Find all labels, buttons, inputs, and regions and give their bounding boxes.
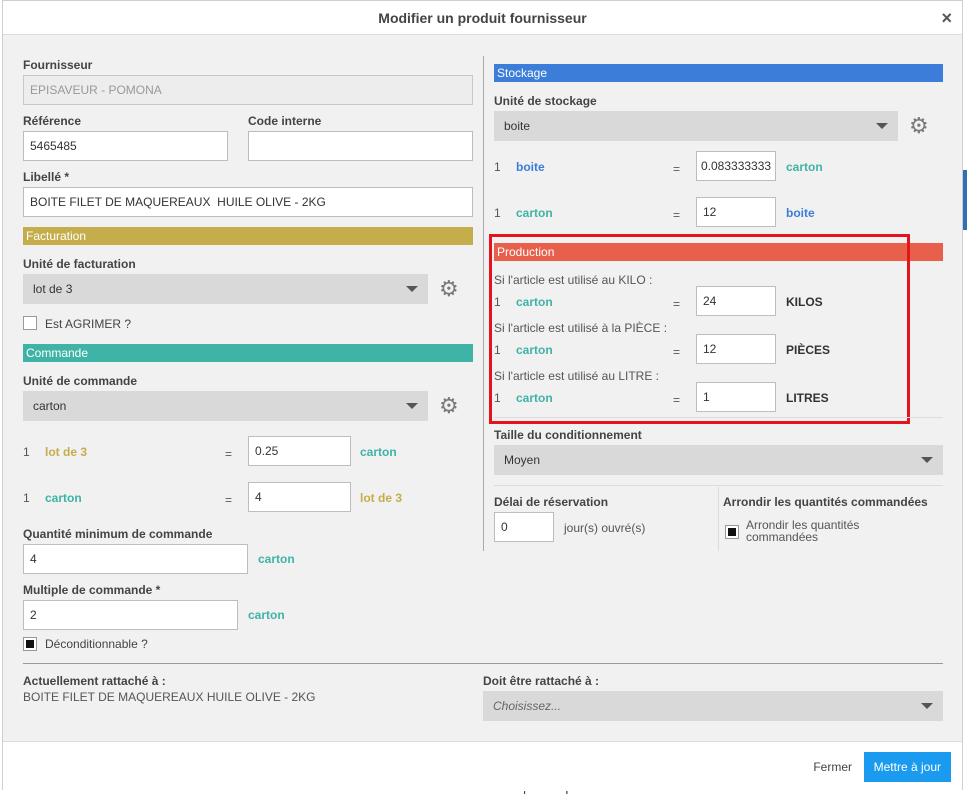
separator xyxy=(494,417,943,418)
conv-value-field[interactable] xyxy=(248,482,351,512)
chevron-down-icon xyxy=(921,457,933,463)
conv-value-field[interactable] xyxy=(696,197,776,227)
conv-target-unit: lot de 3 xyxy=(360,491,403,505)
conv-target-unit: boite xyxy=(786,206,815,220)
facturation-header: Facturation xyxy=(23,227,473,245)
taille-select[interactable]: Moyen xyxy=(494,445,943,475)
background-strip xyxy=(963,170,967,230)
chevron-down-icon xyxy=(406,403,418,409)
gear-icon[interactable]: ⚙ xyxy=(439,395,459,417)
reference-field[interactable] xyxy=(23,131,228,161)
conv-qty: 1 xyxy=(494,160,501,174)
delai-label: Délai de réservation xyxy=(494,495,609,509)
separator xyxy=(494,485,943,486)
commande-header: Commande xyxy=(23,344,473,362)
divider xyxy=(718,487,719,551)
taille-label: Taille du conditionnement xyxy=(494,428,642,442)
chevron-down-icon xyxy=(876,123,888,129)
arrondir-checkbox[interactable] xyxy=(725,525,739,539)
conv-unit: carton xyxy=(45,491,82,505)
delai-field[interactable] xyxy=(494,512,554,542)
chevron-down-icon xyxy=(406,286,418,292)
fournisseur-field xyxy=(23,75,473,105)
unite-commande-label: Unité de commande xyxy=(23,374,138,388)
unite-commande-value: carton xyxy=(33,399,67,413)
conv-value-field[interactable] xyxy=(248,436,351,466)
delai-unit: jour(s) ouvré(s) xyxy=(564,521,646,535)
libelle-label: Libellé * xyxy=(23,170,70,184)
bottom-divider xyxy=(23,663,943,664)
qte-min-label: Quantité minimum de commande xyxy=(23,527,213,541)
deconditionnable-checkbox[interactable] xyxy=(23,637,37,651)
code-interne-field[interactable] xyxy=(248,131,473,161)
gear-icon[interactable]: ⚙ xyxy=(439,278,459,300)
dialog-title: Modifier un produit fournisseur xyxy=(378,10,587,26)
fournisseur-label: Fournisseur xyxy=(23,58,93,72)
conv-qty: 1 xyxy=(23,491,30,505)
close-button[interactable]: Fermer xyxy=(813,760,852,774)
conv-equals: = xyxy=(673,208,681,222)
close-icon[interactable]: × xyxy=(941,8,952,29)
qte-min-unit: carton xyxy=(258,552,295,566)
rattache-label: Actuellement rattaché à : xyxy=(23,674,166,688)
conv-target-unit: carton xyxy=(786,160,823,174)
stockage-header: Stockage xyxy=(494,64,943,82)
arrondir-check-label: Arrondir les quantités commandées xyxy=(746,518,860,544)
libelle-field[interactable] xyxy=(23,187,473,217)
gear-icon[interactable]: ⚙ xyxy=(909,115,929,137)
unite-stockage-value: boite xyxy=(504,119,531,133)
edit-supplier-product-dialog: Modifier un produit fournisseur × Fourni… xyxy=(2,0,963,791)
code-interne-label: Code interne xyxy=(248,114,322,128)
agrimer-checkbox[interactable] xyxy=(23,316,37,330)
multiple-field[interactable] xyxy=(23,600,238,630)
taille-value: Moyen xyxy=(504,453,541,467)
conv-equals: = xyxy=(225,493,233,507)
multiple-label: Multiple de commande * xyxy=(23,583,161,597)
column-divider xyxy=(483,56,484,551)
conv-unit: carton xyxy=(516,206,553,220)
unite-facturation-select[interactable]: lot de 3 xyxy=(23,274,428,304)
doit-label: Doit être rattaché à : xyxy=(483,674,600,688)
qte-min-field[interactable] xyxy=(23,544,248,574)
conv-unit: boite xyxy=(516,160,545,174)
conv-equals: = xyxy=(225,447,233,461)
agrimer-label: Est AGRIMER ? xyxy=(45,317,132,331)
conv-equals: = xyxy=(673,162,681,176)
reference-label: Référence xyxy=(23,114,82,128)
dialog-footer: Fermer Mettre à jour xyxy=(3,741,962,791)
doit-placeholder: Choisissez... xyxy=(493,699,562,713)
unite-facturation-value: lot de 3 xyxy=(33,282,73,296)
update-button[interactable]: Mettre à jour xyxy=(863,752,951,782)
conv-value-field[interactable] xyxy=(696,151,776,181)
unite-stockage-select[interactable]: boite xyxy=(494,111,898,141)
conv-qty: 1 xyxy=(23,445,30,459)
conv-target-unit: carton xyxy=(360,445,397,459)
doit-select[interactable]: Choisissez... xyxy=(483,691,943,721)
dialog-header: Modifier un produit fournisseur × xyxy=(3,1,962,35)
chevron-down-icon xyxy=(921,703,933,709)
production-highlight-box xyxy=(489,234,910,424)
multiple-unit: carton xyxy=(248,608,285,622)
conv-unit: lot de 3 xyxy=(45,445,88,459)
unite-commande-select[interactable]: carton xyxy=(23,391,428,421)
conv-qty: 1 xyxy=(494,206,501,220)
arrondir-label: Arrondir les quantités commandées xyxy=(723,495,928,509)
unite-stockage-label: Unité de stockage xyxy=(494,94,597,108)
unite-facturation-label: Unité de facturation xyxy=(23,257,136,271)
deconditionnable-label: Déconditionnable ? xyxy=(45,637,148,651)
rattache-value: BOITE FILET DE MAQUEREAUX HUILE OLIVE - … xyxy=(23,690,316,704)
